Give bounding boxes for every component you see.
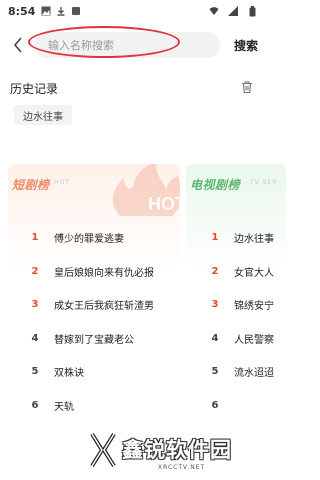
wifi-icon	[209, 6, 219, 16]
rank-title: 锦绣安宁	[234, 301, 274, 313]
rank-number: 2	[211, 265, 219, 277]
history-chip[interactable]: 边水往事	[14, 105, 72, 125]
rank-number: 4	[211, 332, 219, 344]
rank-title: 人民警察	[234, 334, 274, 346]
rank-item[interactable]: 3 锦绣安宁	[186, 288, 286, 322]
rank-title: 皇后娘娘向来有仇必报	[54, 267, 154, 279]
hot-flame-icon: HOT	[112, 164, 180, 216]
trash-icon[interactable]	[240, 79, 254, 94]
rank-number: 6	[31, 399, 39, 411]
search-box[interactable]	[34, 32, 220, 58]
watermark-logo-icon	[90, 432, 116, 468]
rank-title: 成女王后我疯狂斩渣男	[54, 301, 154, 313]
rank-number: 5	[211, 366, 219, 378]
rank-title: 替嫁到了宝藏老公	[54, 334, 134, 346]
rank-number: 4	[31, 332, 39, 344]
download-icon	[56, 6, 66, 16]
rank-item[interactable]: 2 女官大人	[186, 255, 286, 289]
signal-icon	[228, 6, 238, 16]
rank-title: 傅少的罪爱逃妻	[54, 234, 124, 246]
rank-item[interactable]: 4 替嫁到了宝藏老公	[8, 322, 180, 356]
rank-number: 5	[31, 366, 39, 378]
status-time: 8:54	[8, 4, 36, 18]
rank-number: 1	[211, 232, 219, 244]
storage-icon	[71, 6, 81, 16]
rank-item[interactable]: 4 人民警察	[186, 322, 286, 356]
rank-title: 流水迢迢	[234, 368, 274, 380]
rank-item[interactable]: 5 双株诀	[8, 355, 180, 389]
rank-item[interactable]: 1 傅少的罪爱逃妻	[8, 221, 180, 255]
rank-number: 2	[31, 265, 39, 277]
search-bar-row: 搜索	[0, 26, 270, 60]
hot-banner-text: HOT	[148, 194, 180, 214]
rank-title: 边水往事	[234, 234, 274, 246]
rank-number: 3	[211, 299, 219, 311]
short-drama-rank-list: 1 傅少的罪爱逃妻 2 皇后娘娘向来有仇必报 3 成女王后我疯狂斩渣男 4 替嫁到了宝藏…	[8, 221, 180, 422]
search-input[interactable]	[48, 38, 208, 52]
short-drama-chart-subtitle: HOT	[54, 179, 70, 186]
site-watermark: 鑫锐软件园 XRCCTV.NET	[90, 428, 270, 480]
tv-drama-chart-subtitle: TV SER	[250, 179, 278, 186]
rank-item[interactable]: 2 皇后娘娘向来有仇必报	[8, 255, 180, 289]
rank-number: 6	[211, 399, 219, 411]
search-button[interactable]: 搜索	[234, 37, 258, 54]
rank-item[interactable]: 1 边水往事	[186, 221, 286, 255]
rank-number: 3	[31, 299, 39, 311]
tv-drama-chart-title: 电视剧榜	[190, 178, 241, 192]
tv-drama-rank-list: 1 边水往事 2 女官大人 3 锦绣安宁 4 人民警察 5 流水迢迢 6	[186, 221, 286, 422]
rank-item[interactable]: 5 流水迢迢	[186, 355, 286, 389]
status-bar: 8:54	[0, 0, 270, 22]
back-arrow-icon	[13, 37, 22, 53]
rank-title: 女官大人	[234, 267, 274, 279]
rank-item[interactable]: 6	[186, 389, 286, 423]
history-title: 历史记录	[10, 82, 59, 96]
status-right	[209, 5, 262, 16]
battery-icon	[247, 5, 257, 16]
back-button[interactable]	[8, 34, 28, 56]
watermark-url: XRCCTV.NET	[158, 464, 206, 471]
watermark-text: 鑫锐软件园	[122, 438, 232, 462]
rank-title: 双株诀	[54, 368, 84, 380]
rank-number: 1	[31, 232, 39, 244]
gallery-icon	[41, 6, 51, 16]
rank-item[interactable]: 3 成女王后我疯狂斩渣男	[8, 288, 180, 322]
short-drama-chart-title: 短剧榜	[12, 178, 50, 192]
rank-title: 天轨	[54, 401, 74, 413]
rank-item[interactable]: 6 天轨	[8, 389, 180, 423]
